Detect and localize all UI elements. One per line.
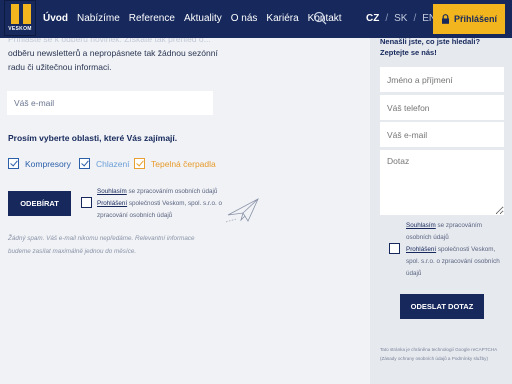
checkbox-checked[interactable] (79, 158, 90, 169)
nav-item-reference[interactable]: Reference (129, 13, 175, 24)
checkbox-checked[interactable] (134, 158, 145, 169)
logo-mark (11, 4, 31, 24)
spam-note: Žádný spam. Váš e-mail nikomu nepředáme.… (8, 235, 195, 255)
checkbox-checked[interactable] (8, 158, 19, 169)
phone-input[interactable] (380, 95, 504, 120)
area-label: Chlazení (96, 158, 130, 169)
consent-link[interactable]: Souhlasím (97, 188, 127, 195)
contact-consent-checkbox[interactable] (389, 243, 400, 254)
lock-icon (441, 14, 449, 24)
search-icon[interactable] (313, 11, 327, 25)
privacy-statement-link[interactable]: Prohlášení (406, 246, 436, 253)
newsletter-intro: Přihlaste se k odběru novinek. Získáte t… (8, 32, 233, 74)
language-switcher: CZ / SK / EN (366, 13, 436, 24)
nav-item-o-nas[interactable]: O nás (231, 13, 258, 24)
recaptcha-note: Tato stránka je chráněna technologií Goo… (380, 347, 497, 361)
lang-separator: / (385, 13, 389, 24)
area-checkbox-tepelna-cerpadla[interactable]: Tepelná čerpadla (134, 158, 216, 169)
question-textarea[interactable] (380, 150, 504, 215)
newsletter-consent-text: Souhlasím se zpracováním osobních údajů … (97, 186, 232, 222)
lang-cz[interactable]: CZ (366, 13, 379, 24)
lang-sk[interactable]: SK (394, 13, 407, 24)
login-label: Přihlášení (453, 14, 498, 24)
newsletter-consent-checkbox[interactable] (81, 197, 92, 208)
logo-text: VESKOM (8, 26, 32, 32)
nav-item-nabizime[interactable]: Nabízíme (77, 13, 120, 24)
nav-item-aktuality[interactable]: Aktuality (184, 13, 222, 24)
area-label: Kompresory (25, 158, 71, 169)
nav-item-kariera[interactable]: Kariéra (266, 13, 298, 24)
consent-link[interactable]: Souhlasím (406, 222, 436, 229)
lang-separator: / (413, 13, 417, 24)
contact-consent-text: Souhlasím se zpracováním osobních údajů … (406, 220, 506, 280)
site-header: VESKOM Úvod Nabízíme Reference Aktuality… (0, 0, 512, 38)
contact-email-input[interactable] (380, 122, 504, 147)
newsletter-email-input[interactable] (7, 91, 213, 115)
area-checkbox-kompresory[interactable]: Kompresory (8, 158, 71, 169)
newsletter-intro-text: odběru newsletterů a nepropásnete tak žá… (8, 48, 218, 72)
consent-text-part: se zpracováním osobních údajů (126, 188, 218, 195)
send-question-button[interactable]: ODESLAT DOTAZ (400, 294, 484, 319)
name-input[interactable] (380, 67, 504, 92)
areas-title: Prosím vyberte oblasti, které Vás zajíma… (8, 133, 178, 143)
paper-plane-icon (226, 198, 259, 223)
nav-item-uvod[interactable]: Úvod (43, 13, 68, 24)
main-nav: Úvod Nabízíme Reference Aktuality O nás … (43, 13, 342, 24)
login-button[interactable]: Přihlášení (433, 4, 505, 34)
area-checkbox-chlazeni[interactable]: Chlazení (79, 158, 130, 169)
veskom-logo[interactable]: VESKOM (4, 0, 36, 36)
contact-title: Nenašli jste, co jste hledali? Zeptejte … (380, 37, 481, 57)
area-label: Tepelná čerpadla (151, 158, 216, 169)
privacy-statement-link[interactable]: Prohlášení (97, 200, 127, 207)
subscribe-button[interactable]: ODEBÍRAT (8, 191, 71, 216)
